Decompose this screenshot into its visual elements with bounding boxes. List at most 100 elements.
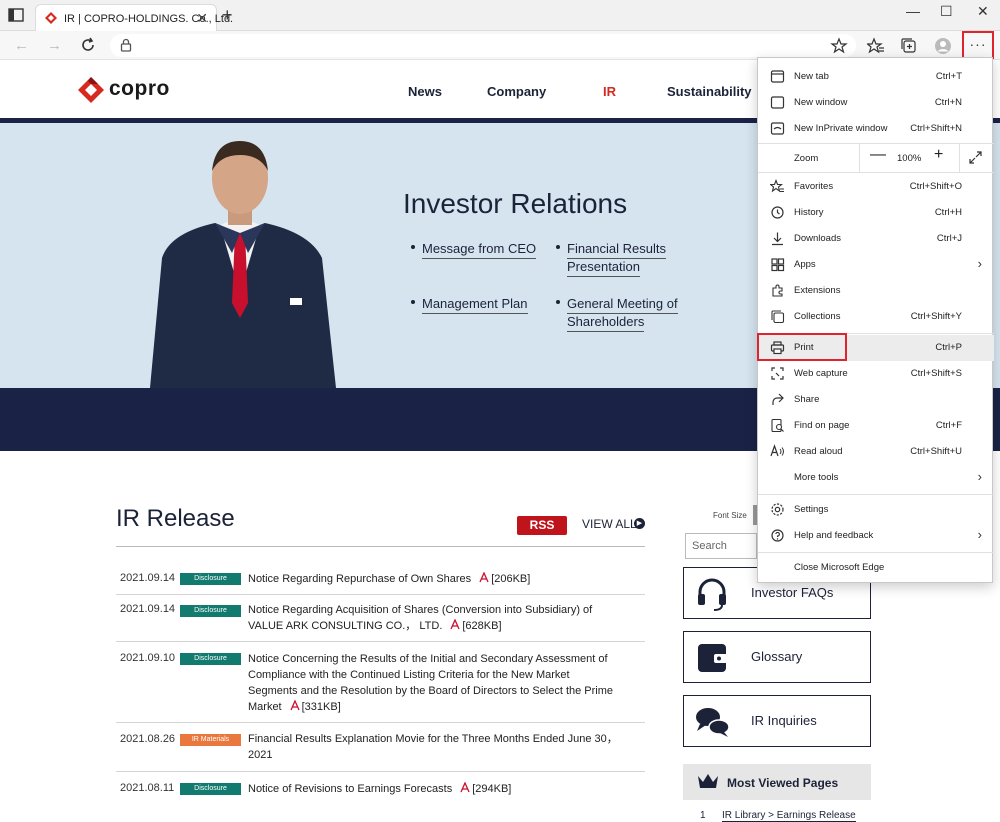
menu-item-new-tab[interactable]: New tab Ctrl+T (758, 64, 994, 90)
settings-and-more-button[interactable]: ··· (962, 31, 994, 59)
close-window-button[interactable]: ✕ (977, 3, 989, 20)
nav-company[interactable]: Company (487, 84, 546, 99)
release-title-link[interactable]: Financial Results Explanation Movie for … (248, 731, 628, 747)
chevron-right-icon[interactable]: ▶ (634, 518, 645, 529)
menu-item-share[interactable]: Share (758, 387, 994, 413)
gear-icon (771, 503, 784, 516)
link-management-plan[interactable]: Management Plan (422, 295, 528, 314)
menu-label: New window (794, 97, 848, 108)
divider (116, 641, 645, 642)
zoom-out-button[interactable]: — (870, 146, 886, 164)
headset-icon (698, 578, 726, 611)
apps-icon (771, 258, 785, 272)
glossary-card[interactable]: Glossary (683, 631, 871, 683)
add-favorite-icon[interactable] (830, 37, 848, 55)
menu-shortcut: Ctrl+Shift+S (910, 368, 962, 379)
menu-label: New tab (794, 71, 829, 82)
file-size: [206KB] (491, 573, 531, 585)
nav-ir[interactable]: IR (603, 84, 616, 99)
pdf-icon (460, 782, 470, 793)
history-icon (771, 206, 784, 219)
search-input[interactable]: Search (685, 533, 757, 559)
release-title-link[interactable]: Segments and the Resolution by the Board… (248, 683, 628, 699)
chevron-right-icon: › (977, 469, 982, 484)
collections-icon[interactable] (900, 37, 918, 55)
nav-sustainability[interactable]: Sustainability (667, 84, 752, 99)
zoom-level: 100% (897, 153, 922, 164)
release-title-link[interactable]: Market (248, 701, 282, 713)
ir-inquiries-card[interactable]: IR Inquiries (683, 695, 871, 747)
release-title-link[interactable]: Notice Concerning the Results of the Ini… (248, 651, 628, 667)
divider (758, 552, 994, 553)
release-title-link[interactable]: 2021 (248, 747, 628, 763)
menu-item-new-window[interactable]: New window Ctrl+N (758, 90, 994, 116)
profile-avatar-icon[interactable] (934, 37, 952, 55)
menu-item-read-aloud[interactable]: Read aloud Ctrl+Shift+U (758, 439, 994, 465)
link-shareholders[interactable]: Shareholders (567, 313, 645, 332)
copro-logo[interactable]: copro (78, 76, 178, 104)
copro-favicon-icon (45, 12, 57, 24)
menu-shortcut: Ctrl+H (934, 207, 962, 218)
lock-icon[interactable] (120, 38, 132, 52)
rss-button[interactable]: RSS (517, 516, 567, 535)
web-capture-icon (771, 367, 784, 380)
menu-item-collections[interactable]: Collections Ctrl+Shift+Y (758, 304, 994, 330)
fullscreen-icon[interactable] (969, 151, 982, 164)
tab-actions-icon[interactable] (8, 8, 24, 22)
link-financial-results[interactable]: Financial Results (567, 240, 666, 259)
nav-news[interactable]: News (408, 84, 442, 99)
menu-label: More tools (794, 472, 839, 483)
menu-item-web-capture[interactable]: Web capture Ctrl+Shift+S (758, 361, 994, 387)
menu-item-new-inprivate[interactable]: New InPrivate window Ctrl+Shift+N (758, 116, 994, 142)
active-tab[interactable]: IR | COPRO-HOLDINGS. Co., Ltd. ✕ (35, 4, 233, 32)
menu-item-close-edge[interactable]: Close Microsoft Edge (758, 555, 994, 581)
release-title-link[interactable]: Notice Regarding Repurchase of Own Share… (248, 573, 471, 585)
maximize-button[interactable]: ☐ (940, 3, 953, 20)
most-viewed-title: Most Viewed Pages (727, 776, 839, 790)
link-general-meeting[interactable]: General Meeting of (567, 295, 678, 314)
share-icon (772, 393, 784, 405)
release-title-link[interactable]: VALUE ARK CONSULTING CO.， LTD. (248, 620, 442, 632)
zoom-in-button[interactable]: + (934, 146, 943, 164)
favorites-icon[interactable] (867, 37, 885, 55)
category-badge: Disclosure (180, 783, 241, 795)
url-field[interactable] (110, 34, 856, 57)
back-button[interactable]: ← (14, 37, 29, 54)
menu-label: Favorites (794, 181, 834, 192)
view-all-link[interactable]: VIEW ALL (582, 517, 637, 531)
menu-item-settings[interactable]: Settings (758, 497, 994, 523)
address-bar: ← → (0, 31, 1000, 60)
link-presentation[interactable]: Presentation (567, 258, 640, 277)
book-icon (698, 644, 728, 672)
release-item: Notice Regarding Repurchase of Own Share… (248, 571, 628, 587)
refresh-icon[interactable] (80, 37, 96, 53)
release-title-link[interactable]: Notice of Revisions to Earnings Forecast… (248, 783, 452, 795)
forward-button[interactable]: → (47, 37, 62, 54)
link-message-from-ceo[interactable]: Message from CEO (422, 240, 537, 259)
new-tab-icon (770, 70, 785, 83)
most-viewed-link[interactable]: IR Library > Earnings Release (722, 810, 856, 822)
menu-item-help-feedback[interactable]: Help and feedback › (758, 523, 994, 549)
release-title-link[interactable]: Compliance with the Continued Listing Cr… (248, 667, 628, 683)
menu-item-downloads[interactable]: Downloads Ctrl+J (758, 226, 994, 252)
menu-item-extensions[interactable]: Extensions (758, 278, 994, 304)
rank-number: 1 (700, 810, 706, 821)
menu-item-apps[interactable]: Apps › (758, 252, 994, 278)
tab-close-button[interactable]: ✕ (196, 10, 208, 27)
menu-item-find-on-page[interactable]: Find on page Ctrl+F (758, 413, 994, 439)
menu-shortcut: Ctrl+N (934, 97, 962, 108)
new-tab-button[interactable]: + (222, 5, 233, 26)
menu-shortcut: Ctrl+J (936, 233, 962, 244)
menu-shortcut: Ctrl+Shift+Y (910, 311, 962, 322)
release-date: 2021.09.10 (120, 652, 176, 664)
menu-label: New InPrivate window (794, 123, 888, 134)
release-title-link[interactable]: Notice Regarding Acquisition of Shares (… (248, 602, 628, 618)
minimize-button[interactable]: — (906, 3, 920, 19)
menu-item-more-tools[interactable]: More tools › (758, 465, 994, 491)
menu-item-history[interactable]: History Ctrl+H (758, 200, 994, 226)
menu-item-zoom: Zoom — 100% + (758, 144, 994, 172)
read-aloud-icon (770, 444, 784, 457)
menu-item-favorites[interactable]: Favorites Ctrl+Shift+O (758, 174, 994, 200)
menu-shortcut: Ctrl+T (935, 71, 962, 82)
download-icon (772, 232, 783, 246)
